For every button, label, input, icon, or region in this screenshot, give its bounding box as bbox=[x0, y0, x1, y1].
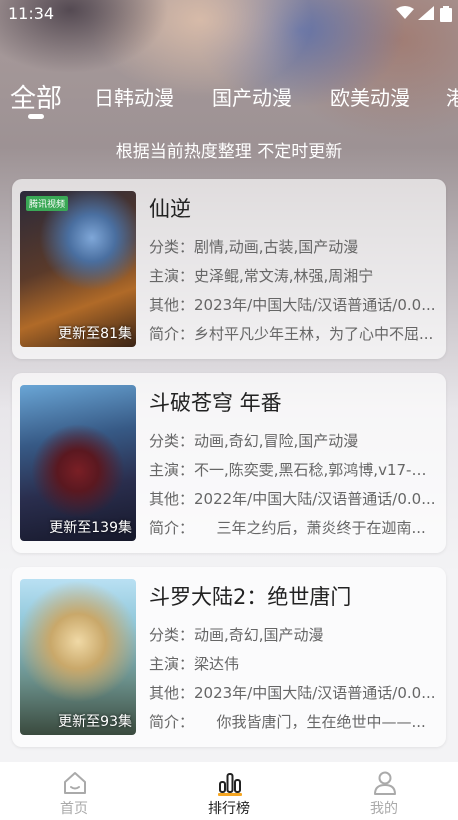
nav-ranking[interactable]: 排行榜 bbox=[184, 762, 274, 820]
anime-card[interactable]: 更新至139集 斗破苍穹 年番 分类：动画,奇幻,冒险,国产动漫 主演：不一,陈… bbox=[12, 373, 446, 553]
nav-profile-label: 我的 bbox=[370, 801, 398, 817]
anime-cast: 主演：梁达伟 bbox=[149, 655, 240, 673]
episode-count: 更新至81集 bbox=[58, 326, 132, 342]
poster-image[interactable]: 腾讯视频 更新至81集 bbox=[20, 191, 136, 347]
status-time: 11:34 bbox=[8, 4, 55, 23]
nav-ranking-label: 排行榜 bbox=[208, 801, 250, 817]
tab-japan-korea-anime[interactable]: 日韩动漫 bbox=[94, 82, 174, 111]
anime-cast: 主演：不一,陈奕雯,黑石稔,郭鸿博,v17-富... bbox=[149, 461, 439, 479]
home-icon bbox=[64, 772, 86, 794]
category-tabs: 全部 日韩动漫 国产动漫 欧美动漫 港 bbox=[0, 70, 458, 126]
wifi-icon bbox=[396, 6, 414, 19]
poster-image[interactable]: 更新至139集 bbox=[20, 385, 136, 541]
anime-genre: 分类：动画,奇幻,国产动漫 bbox=[149, 626, 324, 644]
status-bar: 11:34 bbox=[0, 0, 458, 30]
anime-title[interactable]: 斗破苍穹 年番 bbox=[149, 387, 439, 417]
tab-domestic-anime[interactable]: 国产动漫 bbox=[212, 82, 292, 111]
nav-home[interactable]: 首页 bbox=[29, 762, 119, 820]
anime-genre: 分类：动画,奇幻,冒险,国产动漫 bbox=[149, 432, 359, 450]
anime-cast: 主演：史泽鲲,常文涛,林强,周湘宁 bbox=[149, 267, 374, 285]
anime-intro: 简介： 你我皆唐门，生在绝世中——... bbox=[149, 713, 426, 731]
anime-title[interactable]: 仙逆 bbox=[149, 193, 439, 223]
anime-intro: 简介：乡村平凡少年王林，为了心中不屈... bbox=[149, 325, 434, 343]
anime-card[interactable]: 更新至93集 斗罗大陆2：绝世唐门 分类：动画,奇幻,国产动漫 主演：梁达伟 其… bbox=[12, 567, 446, 747]
tab-hk-anime[interactable]: 港 bbox=[446, 82, 458, 111]
nav-home-label: 首页 bbox=[60, 801, 88, 817]
episode-count: 更新至139集 bbox=[49, 520, 132, 536]
platform-badge: 腾讯视频 bbox=[26, 196, 69, 211]
bottom-navigation: 首页 排行榜 我的 bbox=[0, 762, 458, 820]
battery-icon bbox=[440, 6, 452, 22]
anime-title[interactable]: 斗罗大陆2：绝世唐门 bbox=[149, 581, 439, 611]
anime-card[interactable]: 腾讯视频 更新至81集 仙逆 分类：剧情,动画,古装,国产动漫 主演：史泽鲲,常… bbox=[12, 179, 446, 359]
signal-icon bbox=[418, 6, 434, 20]
ranking-subtitle: 根据当前热度整理 不定时更新 bbox=[115, 142, 343, 162]
poster-image[interactable]: 更新至93集 bbox=[20, 579, 136, 735]
nav-profile[interactable]: 我的 bbox=[339, 762, 429, 820]
user-icon bbox=[374, 771, 396, 795]
anime-genre: 分类：剧情,动画,古装,国产动漫 bbox=[149, 238, 359, 256]
tab-western-anime[interactable]: 欧美动漫 bbox=[330, 82, 410, 111]
anime-other: 其他：2023年/中国大陆/汉语普通话/0.0... bbox=[149, 296, 436, 314]
anime-intro: 简介： 三年之约后，萧炎终于在迦南... bbox=[149, 519, 426, 537]
active-tab-indicator bbox=[28, 114, 44, 119]
ranking-icon bbox=[218, 773, 242, 796]
episode-count: 更新至93集 bbox=[58, 714, 132, 730]
anime-other: 其他：2022年/中国大陆/汉语普通话/0.0... bbox=[149, 490, 436, 508]
tab-all[interactable]: 全部 bbox=[10, 78, 62, 115]
anime-other: 其他：2023年/中国大陆/汉语普通话/0.0... bbox=[149, 684, 436, 702]
